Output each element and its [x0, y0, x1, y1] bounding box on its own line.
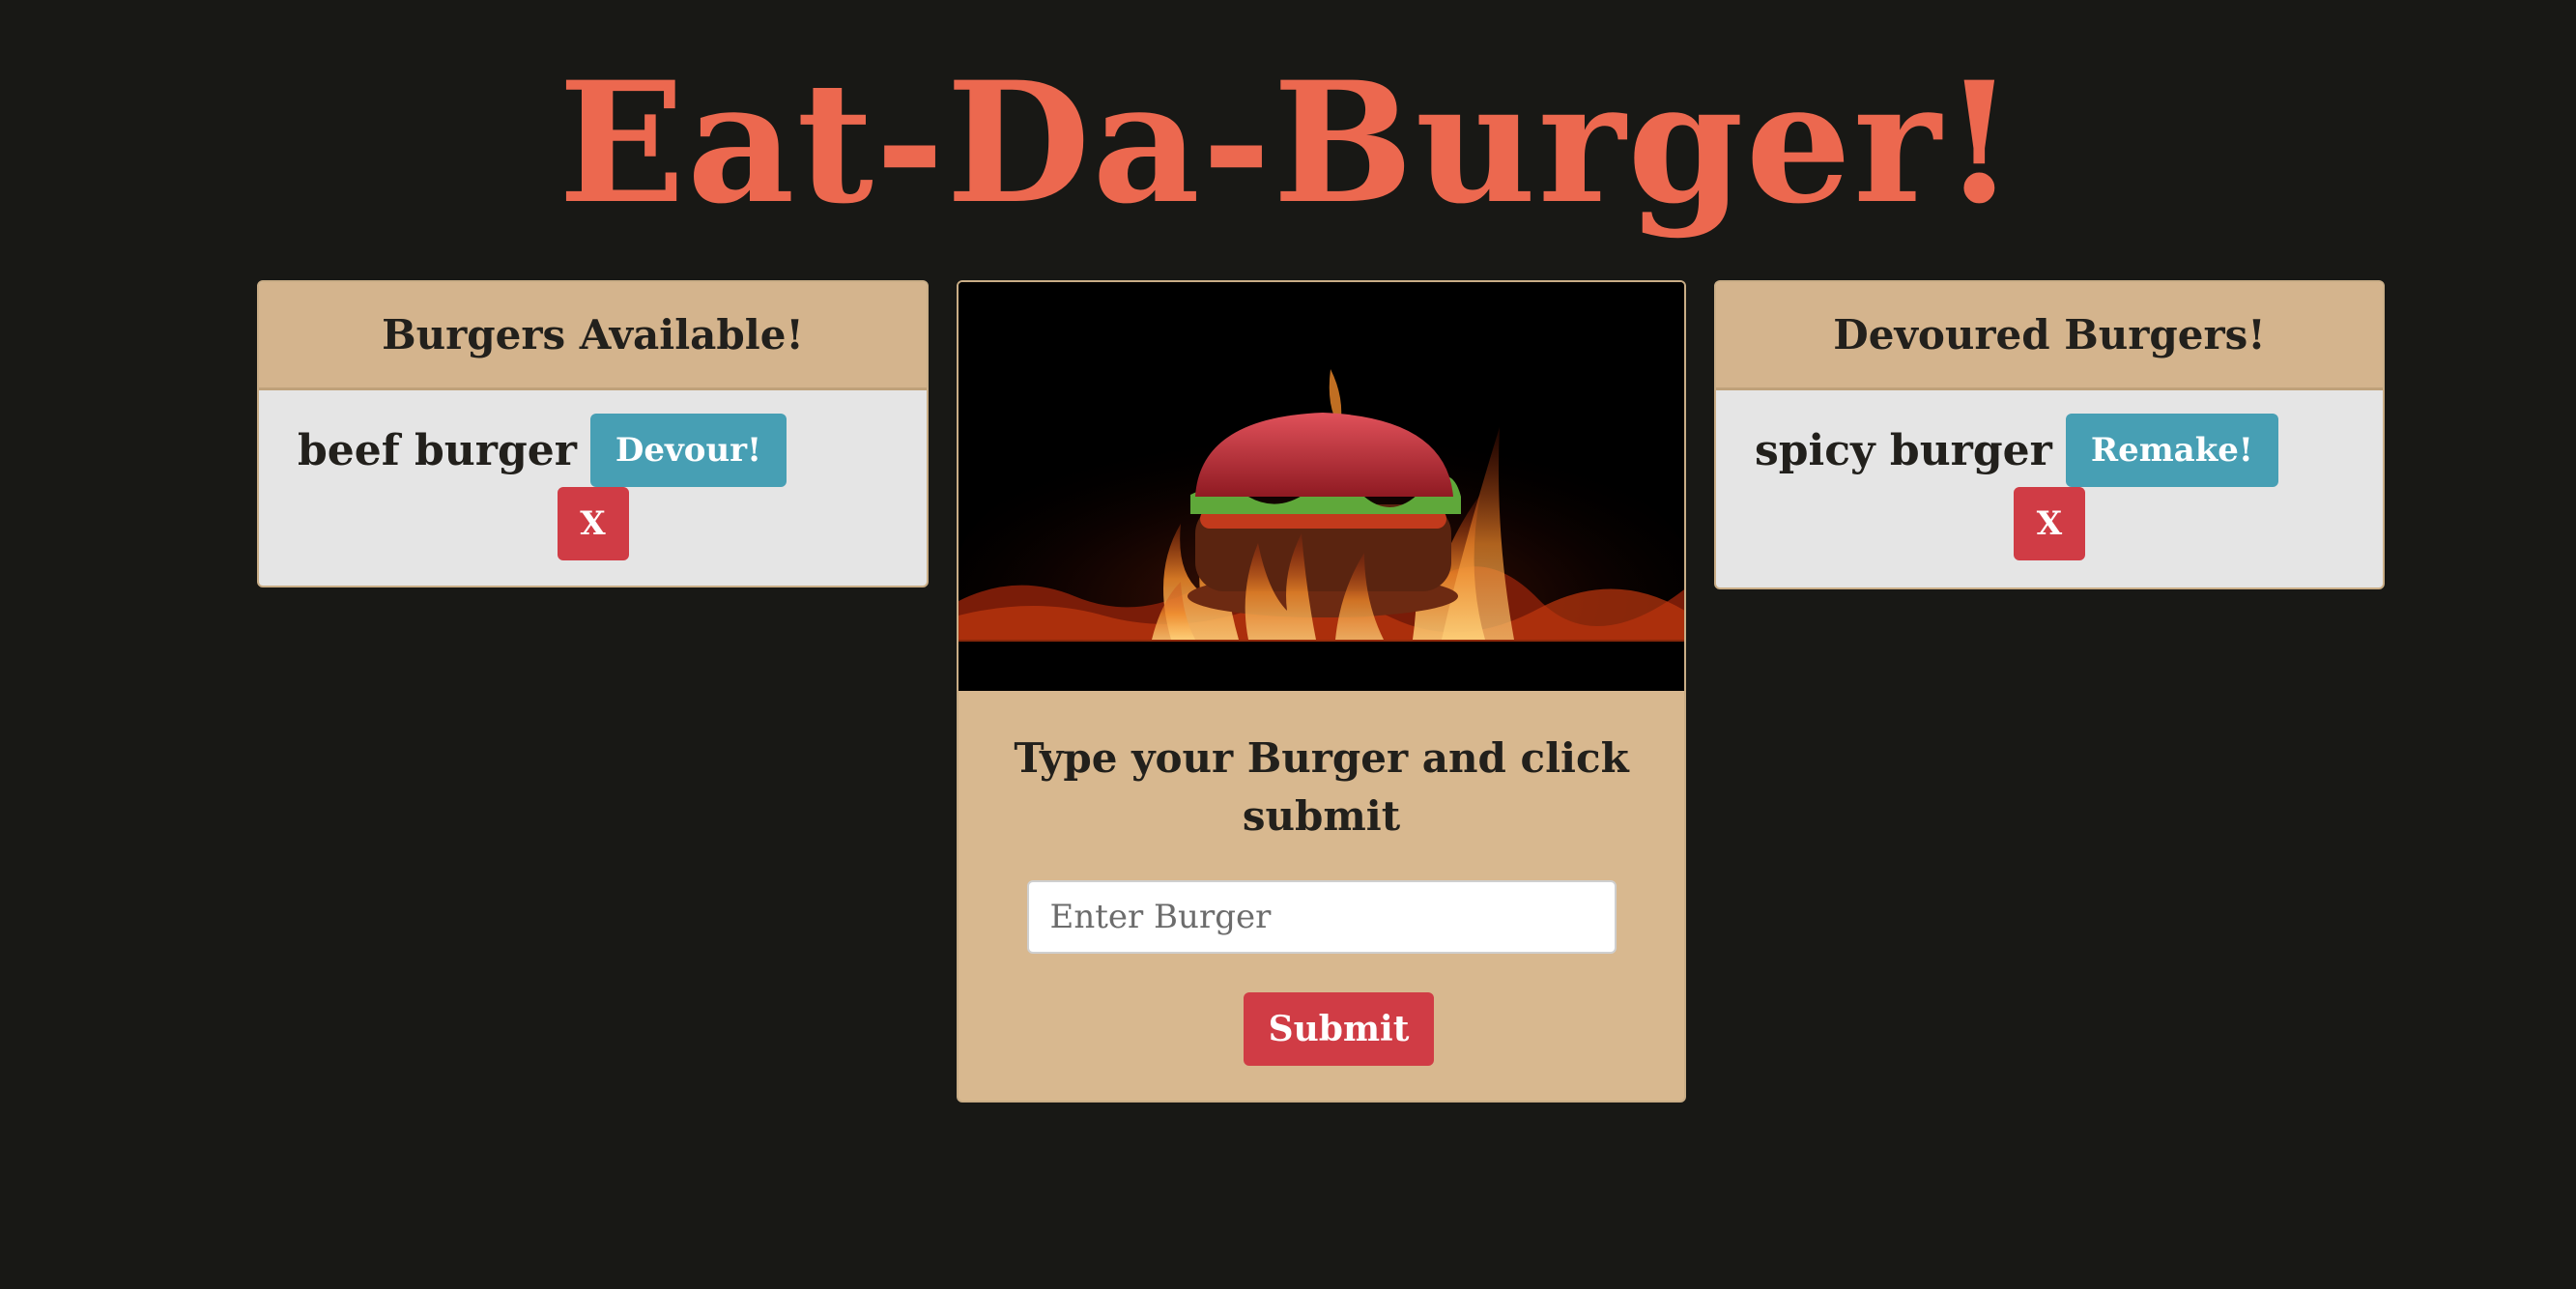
devour-button[interactable]: Devour!: [589, 414, 787, 487]
burger-name-input[interactable]: [1026, 880, 1617, 954]
add-burger-form: Type your Burger and click submit Submit: [959, 691, 1684, 1066]
page-title: Eat-Da-Burger!: [558, 44, 2018, 241]
flaming-burger-image: [959, 282, 1684, 691]
burger-line: beef burger Devour!: [298, 414, 888, 487]
submit-button[interactable]: Submit: [1243, 992, 1435, 1066]
burgers-available-header: Burgers Available!: [259, 282, 927, 390]
burger-name: beef burger: [298, 425, 577, 475]
list-item: spicy burger Remake! X: [1716, 390, 2383, 580]
list-item: beef burger Devour! X: [259, 390, 927, 580]
delete-wrap: X: [298, 487, 888, 560]
devoured-burgers-card: Devoured Burgers! spicy burger Remake! X: [1714, 280, 2385, 589]
form-heading: Type your Burger and click submit: [1014, 734, 1629, 840]
burger-line: spicy burger Remake!: [1755, 414, 2344, 487]
delete-wrap: X: [1755, 487, 2344, 560]
remake-button[interactable]: Remake!: [2065, 414, 2278, 487]
burger-name: spicy burger: [1755, 425, 2052, 475]
devoured-burgers-header: Devoured Burgers!: [1716, 282, 2383, 390]
burger-image: [959, 282, 1684, 691]
delete-button[interactable]: X: [557, 487, 629, 560]
delete-button[interactable]: X: [2014, 487, 2085, 560]
burgers-available-card: Burgers Available! beef burger Devour! X: [257, 280, 929, 587]
add-burger-card: Type your Burger and click submit Submit: [957, 280, 1686, 1103]
